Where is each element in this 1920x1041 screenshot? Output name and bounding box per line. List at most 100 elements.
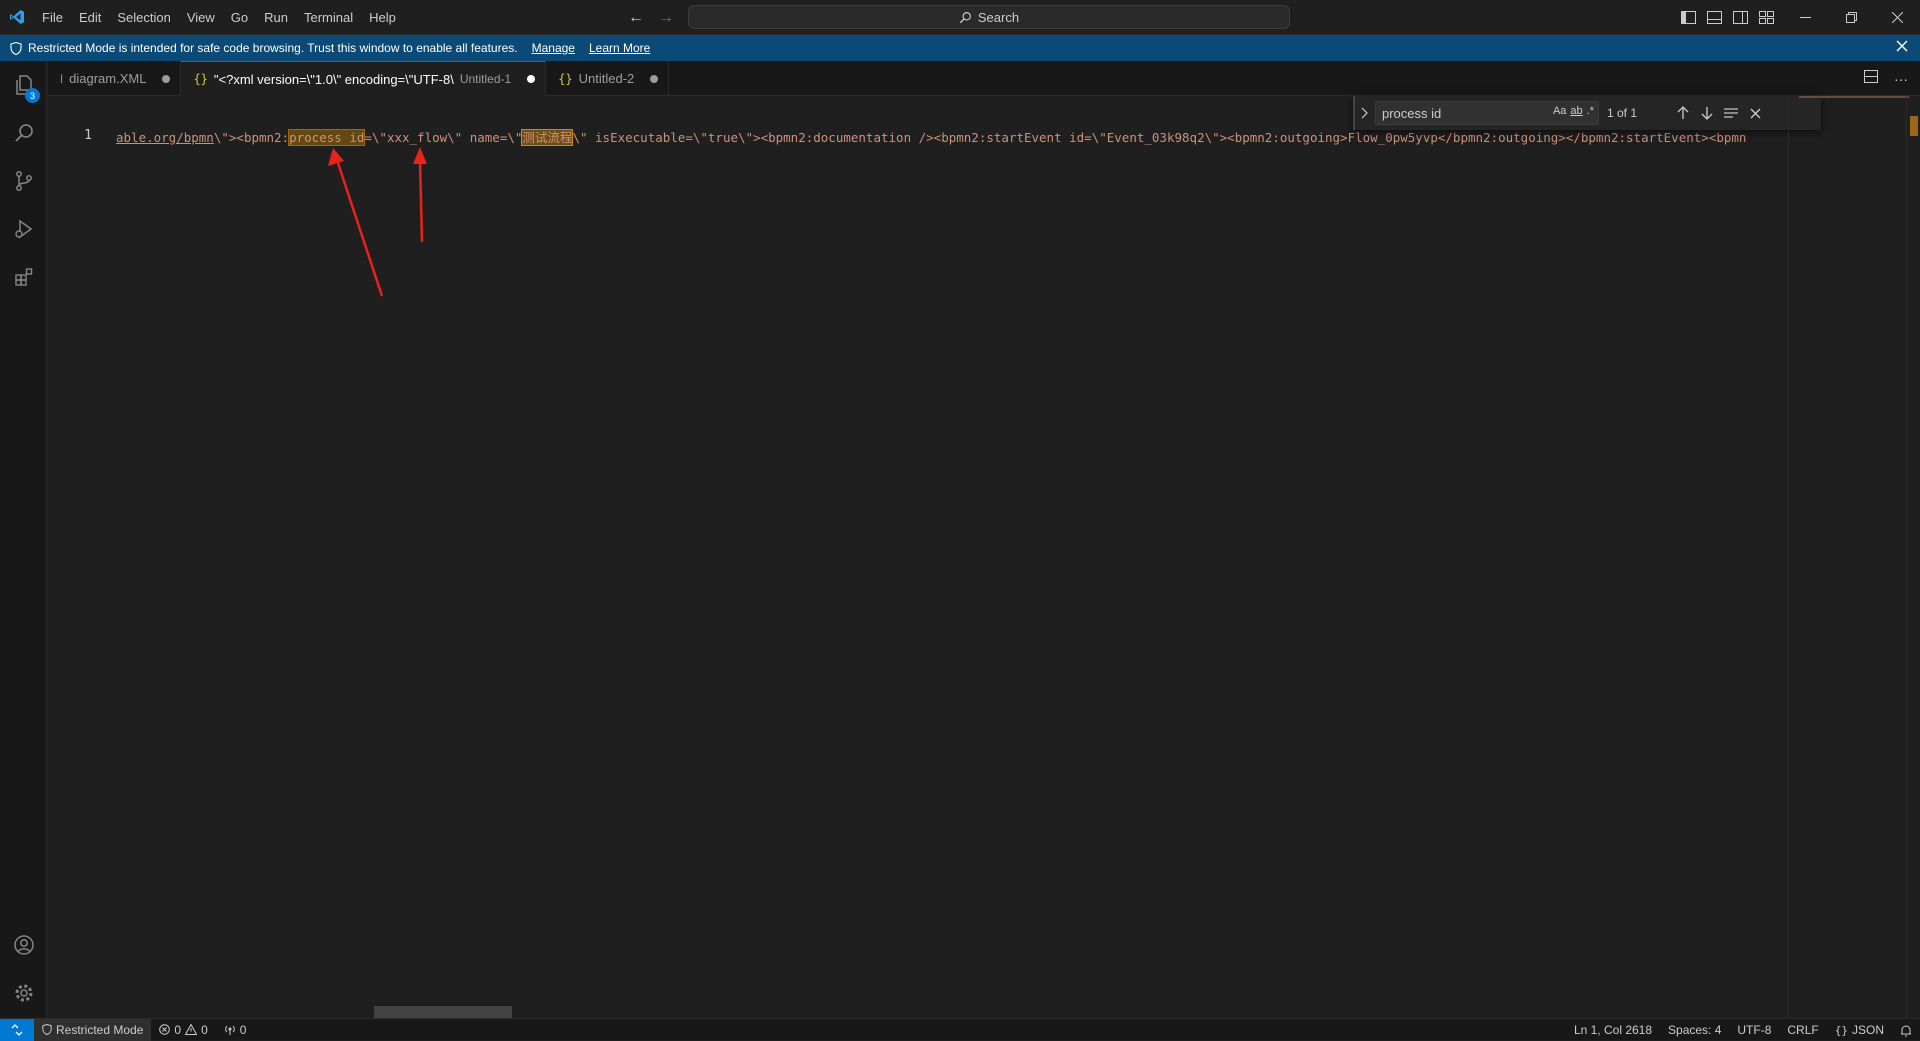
notifications-bell-icon[interactable] bbox=[1892, 1019, 1920, 1041]
cursor-position[interactable]: Ln 1, Col 2618 bbox=[1566, 1019, 1660, 1041]
shield-icon bbox=[42, 1024, 52, 1035]
vertical-scrollbar[interactable] bbox=[1906, 96, 1920, 1018]
find-in-selection-icon[interactable] bbox=[1719, 101, 1743, 125]
banner-close-icon[interactable] bbox=[1896, 40, 1908, 55]
toggle-replace-chevron-icon[interactable] bbox=[1355, 107, 1375, 119]
minimap-line bbox=[1799, 96, 1909, 98]
code-segment: =\"xxx_flow\" name=\" bbox=[364, 130, 523, 145]
remote-indicator-icon[interactable] bbox=[0, 1018, 34, 1041]
back-arrow-icon[interactable]: ← bbox=[628, 9, 644, 27]
menu-terminal[interactable]: Terminal bbox=[296, 4, 361, 30]
title-bar: File Edit Selection View Go Run Terminal… bbox=[0, 0, 1920, 35]
eol-status[interactable]: CRLF bbox=[1779, 1019, 1826, 1041]
code-segment: \"><bpmn2: bbox=[213, 130, 290, 145]
use-regex-toggle[interactable]: .* bbox=[1587, 105, 1594, 117]
layout-controls bbox=[1680, 0, 1774, 35]
error-icon bbox=[159, 1024, 171, 1035]
banner-learn-more-link[interactable]: Learn More bbox=[589, 41, 650, 55]
search-icon bbox=[959, 11, 971, 23]
banner-manage-link[interactable]: Manage bbox=[532, 41, 575, 55]
editor-area[interactable]: 1 able.org/bpmn\"><bpmn2:process id=\"xx… bbox=[48, 96, 1920, 1018]
toggle-secondary-sidebar-icon[interactable] bbox=[1732, 10, 1748, 26]
menu-selection[interactable]: Selection bbox=[109, 4, 178, 30]
source-control-icon[interactable] bbox=[0, 157, 47, 205]
find-widget: process id Aa ab .* 1 of 1 bbox=[1353, 96, 1821, 130]
scrollbar-match-marker bbox=[1910, 116, 1918, 136]
forward-arrow-icon[interactable]: → bbox=[658, 9, 674, 27]
code-segment-url: able.org/bpmn bbox=[116, 130, 214, 145]
problems-status[interactable]: 0 0 bbox=[151, 1019, 215, 1041]
match-whole-word-toggle[interactable]: ab bbox=[1570, 105, 1582, 117]
toggle-panel-icon[interactable] bbox=[1706, 10, 1722, 26]
navigation-arrows: ← → bbox=[628, 0, 674, 35]
language-mode[interactable]: {} JSON bbox=[1827, 1019, 1892, 1041]
xml-file-icon: ǀ bbox=[60, 71, 64, 86]
more-actions-icon[interactable]: ··· bbox=[1894, 71, 1908, 87]
next-match-arrow-icon[interactable] bbox=[1695, 101, 1719, 125]
minimize-icon[interactable] bbox=[1782, 0, 1828, 35]
warning-count: 0 bbox=[201, 1022, 208, 1037]
restricted-mode-status[interactable]: Restricted Mode bbox=[34, 1018, 152, 1041]
shield-icon bbox=[10, 41, 22, 55]
restricted-mode-label: Restricted Mode bbox=[56, 1022, 144, 1037]
ports-count: 0 bbox=[239, 1022, 247, 1037]
command-center-search[interactable]: Search bbox=[688, 5, 1290, 29]
json-file-icon: {} bbox=[193, 72, 208, 86]
tab-diagram-xml[interactable]: ǀ diagram.XML bbox=[48, 61, 182, 96]
code-line[interactable]: able.org/bpmn\"><bpmn2:process id=\"xxx_… bbox=[116, 128, 1836, 148]
tab-untitled-2[interactable]: {} Untitled-2 bbox=[546, 61, 670, 96]
editor-actions: ··· bbox=[1864, 61, 1908, 96]
customize-layout-icon[interactable] bbox=[1758, 10, 1774, 26]
encoding-status[interactable]: UTF-8 bbox=[1729, 1019, 1779, 1041]
restricted-mode-banner: Restricted Mode is intended for safe cod… bbox=[0, 35, 1920, 61]
search-label: Search bbox=[977, 9, 1020, 25]
tab-label: Untitled-2 bbox=[578, 71, 635, 86]
restore-icon[interactable] bbox=[1828, 0, 1874, 35]
error-count: 0 bbox=[174, 1022, 182, 1037]
activity-bar: 3 bbox=[0, 61, 47, 1018]
minimap[interactable] bbox=[1788, 96, 1920, 1018]
banner-message: Restricted Mode is intended for safe cod… bbox=[28, 41, 518, 55]
name-value-highlight: 测试流程 bbox=[521, 129, 574, 146]
tab-description: Untitled-1 bbox=[459, 72, 512, 86]
unsaved-dot-icon[interactable] bbox=[162, 74, 171, 83]
close-find-icon[interactable] bbox=[1743, 101, 1767, 125]
status-bar: Restricted Mode 0 0 0 Ln 1, Col 2618 Spa… bbox=[0, 1018, 1920, 1041]
antenna-icon bbox=[224, 1025, 235, 1035]
unsaved-dot-icon[interactable] bbox=[527, 75, 536, 83]
find-query: process id bbox=[1382, 105, 1442, 121]
previous-match-arrow-icon[interactable] bbox=[1671, 101, 1695, 125]
menu-run[interactable]: Run bbox=[256, 4, 296, 30]
match-case-toggle[interactable]: Aa bbox=[1553, 105, 1566, 117]
find-input[interactable]: process id Aa ab .* bbox=[1375, 101, 1599, 125]
vscode-logo-icon bbox=[0, 0, 34, 35]
search-view-icon[interactable] bbox=[0, 109, 47, 157]
extensions-icon[interactable] bbox=[0, 253, 47, 301]
menu-bar: File Edit Selection View Go Run Terminal… bbox=[34, 0, 404, 35]
tab-untitled-1[interactable]: {} "<?xml version=\"1.0\" encoding=\"UTF… bbox=[181, 61, 547, 96]
tab-label: diagram.XML bbox=[69, 71, 147, 86]
find-match-highlight: process id bbox=[288, 129, 366, 146]
split-editor-icon[interactable] bbox=[1864, 69, 1878, 88]
ports-status[interactable]: 0 bbox=[216, 1019, 255, 1041]
menu-file[interactable]: File bbox=[34, 4, 71, 30]
find-match-count: 1 of 1 bbox=[1607, 106, 1638, 120]
menu-view[interactable]: View bbox=[179, 4, 223, 30]
editor-tabs: ǀ diagram.XML {} "<?xml version=\"1.0\" … bbox=[48, 61, 1920, 96]
menu-help[interactable]: Help bbox=[361, 4, 404, 30]
explorer-badge: 3 bbox=[25, 88, 40, 103]
window-controls bbox=[1782, 0, 1920, 35]
json-file-icon: {} bbox=[558, 71, 573, 86]
indentation-status[interactable]: Spaces: 4 bbox=[1660, 1019, 1729, 1041]
menu-go[interactable]: Go bbox=[223, 4, 256, 30]
menu-edit[interactable]: Edit bbox=[71, 4, 109, 30]
line-number: 1 bbox=[84, 128, 92, 143]
run-debug-icon[interactable] bbox=[0, 205, 47, 253]
horizontal-scrollbar-thumb[interactable] bbox=[374, 1006, 512, 1018]
unsaved-dot-icon[interactable] bbox=[650, 74, 659, 83]
manage-gear-icon[interactable] bbox=[0, 969, 47, 1017]
close-window-icon[interactable] bbox=[1874, 0, 1920, 35]
accounts-icon[interactable] bbox=[0, 921, 47, 969]
explorer-icon[interactable]: 3 bbox=[0, 61, 47, 109]
toggle-primary-sidebar-icon[interactable] bbox=[1680, 10, 1696, 26]
